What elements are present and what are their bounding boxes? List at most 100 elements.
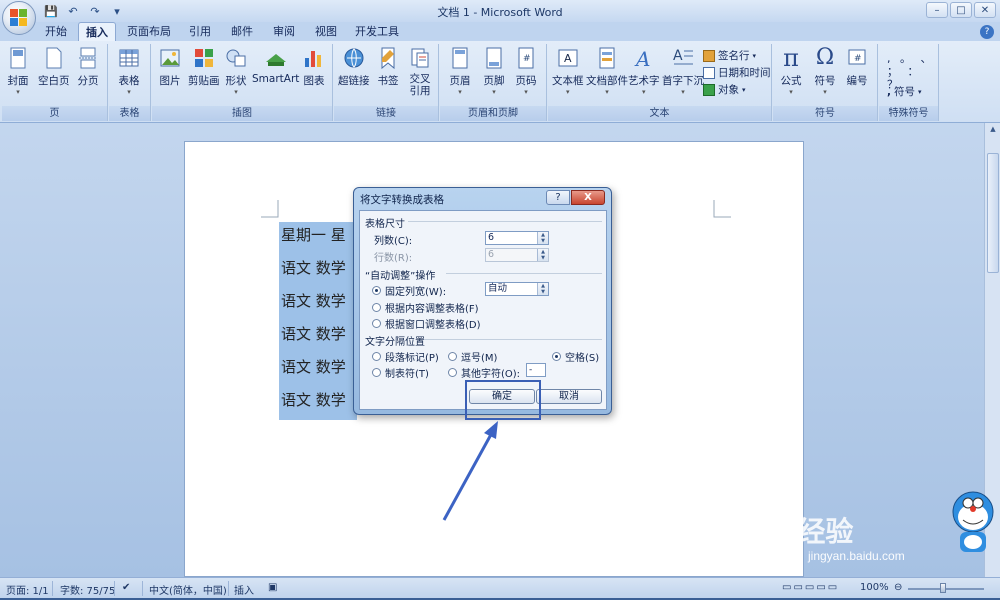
wordart-icon: A (634, 47, 650, 70)
word-count[interactable]: 字数: 75/75 (60, 582, 115, 597)
radio-space[interactable]: 空格(S) (552, 349, 599, 364)
radio-icon (372, 352, 381, 361)
drop-cap-button[interactable]: A 首字下沉 ▾ (662, 46, 704, 96)
picture-button[interactable]: 图片 (158, 46, 182, 88)
numbering-button[interactable]: # 编号 (845, 46, 869, 88)
smartart-button[interactable]: SmartArt (252, 46, 299, 85)
hyperlink-button[interactable]: 超链接 (338, 46, 370, 88)
page-count[interactable]: 页面: 1/1 (6, 582, 49, 597)
tab-page-layout[interactable]: 页面布局 (122, 22, 176, 41)
clipart-button[interactable]: 剪贴画 (188, 46, 220, 88)
columns-input[interactable]: 6 ▲ ▼ (485, 231, 549, 245)
close-button[interactable]: ✕ (974, 2, 996, 18)
textbox-button[interactable]: A 文本框 ▾ (552, 46, 584, 96)
radio-tab[interactable]: 制表符(T) (372, 365, 429, 380)
chart-icon (305, 51, 321, 67)
margin-corner-top-left (261, 200, 279, 218)
office-button[interactable] (2, 1, 36, 35)
radio-fixed-width[interactable]: 固定列宽(W): (372, 283, 446, 298)
insert-mode-indicator[interactable]: 插入 (234, 582, 254, 597)
signature-line-button[interactable]: 签名行 ▾ (703, 48, 756, 63)
cover-page-button[interactable]: 封面 ▾ (6, 46, 30, 96)
dialog-close-button[interactable]: X (571, 190, 605, 205)
header-button[interactable]: 页眉 ▾ (448, 46, 472, 96)
object-label: 对象 (718, 84, 739, 96)
macro-icon[interactable]: ▣ (268, 582, 277, 593)
svg-text:A: A (634, 47, 650, 70)
radio-autofit-contents[interactable]: 根据内容调整表格(F) (372, 300, 479, 315)
help-icon[interactable]: ? (980, 25, 994, 39)
bookmark-icon (381, 47, 395, 70)
status-bar: 页面: 1/1 字数: 75/75 ✔ 中文(简体，中国) 插入 ▣ ▭▭▭▭▭… (0, 577, 1000, 600)
minimize-button[interactable]: – (926, 2, 948, 18)
shapes-label: 形状 (225, 75, 247, 87)
selected-text[interactable]: 星期一 星 语文 数学 语文 数学 语文 数学 语文 数学 语文 数学 (279, 222, 357, 420)
tab-mailings[interactable]: 邮件 (224, 22, 260, 41)
wordart-button[interactable]: A 艺术字 ▾ (628, 46, 660, 96)
blank-page-icon (46, 47, 62, 69)
tab-view[interactable]: 视图 (308, 22, 344, 41)
tab-home[interactable]: 开始 (38, 22, 74, 41)
other-char-input[interactable]: - (526, 363, 546, 377)
text-line: 语文 数学 (279, 321, 357, 354)
tab-insert[interactable]: 插入 (78, 22, 116, 41)
maximize-button[interactable]: □ (950, 2, 972, 18)
divider (424, 339, 602, 340)
equation-button[interactable]: π 公式 ▾ (779, 46, 803, 96)
tab-developer[interactable]: 开发工具 (350, 22, 404, 41)
zoom-level[interactable]: 100% (860, 582, 889, 593)
chart-button[interactable]: 图表 (302, 46, 326, 88)
cross-reference-button[interactable]: 交叉引用 (408, 46, 432, 97)
footer-icon (486, 47, 502, 69)
radio-selected-icon (372, 286, 381, 295)
page-number-button[interactable]: # 页码 ▾ (514, 46, 538, 96)
zoom-slider-knob[interactable] (940, 583, 946, 593)
radio-paragraph[interactable]: 段落标记(P) (372, 349, 439, 364)
zoom-out-icon[interactable]: ⊖ (894, 582, 902, 593)
header-label: 页眉 (449, 75, 471, 87)
zoom-slider[interactable] (908, 588, 984, 590)
spin-updown-icon[interactable]: ▲ ▼ (537, 232, 548, 244)
quick-parts-icon (599, 47, 615, 69)
language-indicator[interactable]: 中文(简体，中国) (149, 582, 227, 597)
table-icon (119, 49, 139, 67)
radio-other[interactable]: 其他字符(O): (448, 365, 520, 380)
scroll-up-icon[interactable]: ▲ (987, 125, 999, 137)
bookmark-button[interactable]: 书签 (376, 46, 400, 88)
footer-button[interactable]: 页脚 ▾ (482, 46, 506, 96)
blank-page-button[interactable]: 空白页 (38, 46, 70, 88)
date-time-button[interactable]: 日期和时间 (703, 65, 771, 80)
svg-text:#: # (523, 54, 531, 64)
group-header-footer: 页眉 ▾ 页脚 ▾ # 页码 ▾ 页眉和页脚 (440, 44, 547, 121)
radio-icon (372, 303, 381, 312)
autofit-contents-label: 根据内容调整表格(F) (385, 304, 479, 315)
view-buttons[interactable]: ▭▭▭▭▭ (782, 582, 839, 593)
rows-label: 行数(R): (374, 253, 413, 264)
table-button[interactable]: 表格 ▾ (117, 46, 141, 96)
page-break-button[interactable]: 分页 (76, 46, 100, 88)
symbol-button[interactable]: Ω 符号 ▾ (813, 45, 837, 97)
proofing-icon[interactable]: ✔ (122, 582, 130, 593)
quick-parts-button[interactable]: 文档部件 ▾ (586, 46, 628, 96)
divider (52, 581, 53, 596)
group-special-symbols-label: 特殊符号 (879, 106, 938, 121)
svg-text:A: A (564, 52, 572, 65)
tab-references[interactable]: 引用 (182, 22, 218, 41)
radio-autofit-window[interactable]: 根据窗口调整表格(D) (372, 316, 481, 331)
shapes-button[interactable]: 形状 ▾ (224, 46, 248, 96)
special-symbol-button[interactable]: , 符号 ▾ (887, 84, 922, 99)
shapes-icon (226, 49, 246, 67)
rows-input: 6 ▲ ▼ (485, 248, 549, 262)
page-number-icon: # (518, 47, 534, 69)
scroll-thumb[interactable] (987, 153, 999, 273)
spin-updown-icon[interactable]: ▲ ▼ (537, 283, 548, 295)
divider (408, 221, 602, 222)
dialog-help-button[interactable]: ? (546, 190, 570, 205)
cancel-button[interactable]: 取消 (536, 389, 602, 404)
object-button[interactable]: 对象 ▾ (703, 82, 746, 97)
fixed-width-input[interactable]: 自动 ▲ ▼ (485, 282, 549, 296)
tab-review[interactable]: 审阅 (266, 22, 302, 41)
radio-comma[interactable]: 逗号(M) (448, 349, 497, 364)
chart-label: 图表 (303, 75, 325, 87)
omega-icon: Ω (815, 45, 835, 70)
